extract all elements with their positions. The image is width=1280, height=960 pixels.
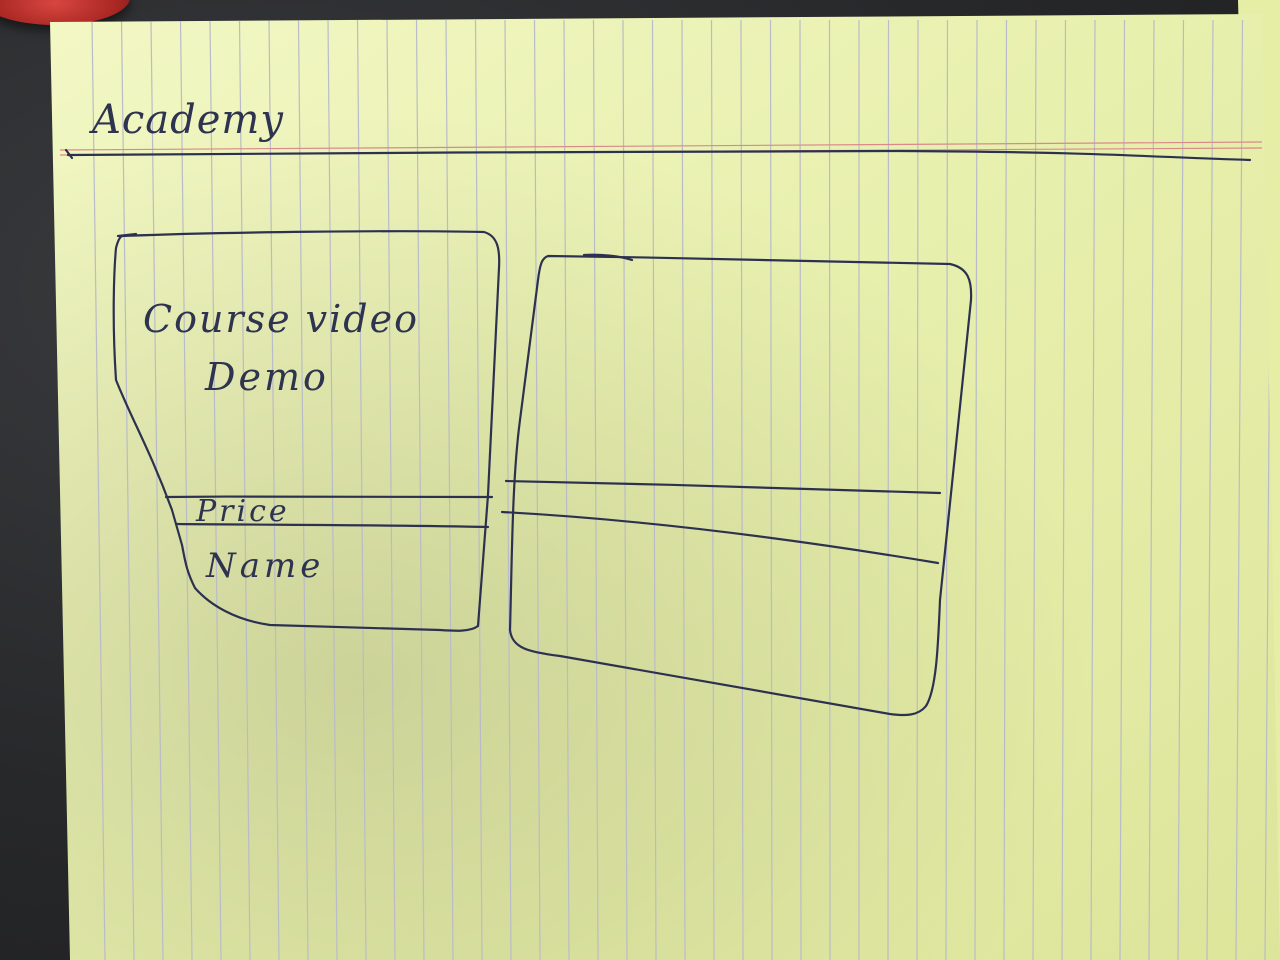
- page-title: Academy: [88, 97, 284, 143]
- ruled-line: [887, 19, 890, 960]
- paper-shadow: [50, 14, 1280, 960]
- photo-stage: Academy Course video Demo Price Name: [0, 0, 1280, 960]
- price-label: Price: [195, 494, 290, 529]
- name-label: Name: [205, 546, 324, 586]
- media-placeholder-label: Course video: [143, 297, 419, 341]
- media-placeholder-sublabel: Demo: [204, 355, 329, 399]
- notebook-sheet: Academy Course video Demo Price Name: [50, 0, 1280, 960]
